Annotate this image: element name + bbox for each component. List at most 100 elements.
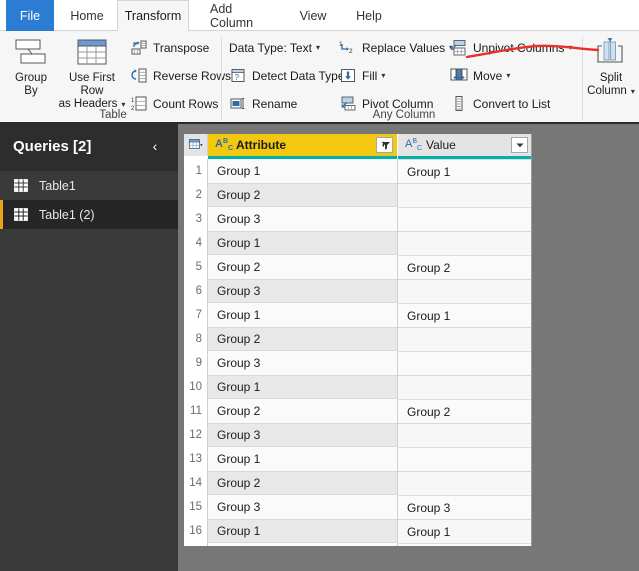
table-row[interactable]: 17Group 2: [184, 543, 531, 546]
cell-attribute[interactable]: Group 2: [208, 471, 397, 495]
table-row[interactable]: 14 Group 2: [184, 471, 531, 495]
table-row[interactable]: 11 Group 2 Group 2: [184, 399, 531, 423]
column-header-value[interactable]: ABC Value: [397, 134, 531, 156]
cell-value[interactable]: [397, 543, 531, 546]
column-header-attribute[interactable]: ABC Attribute: [208, 134, 397, 156]
ribbon-group-divider-2: [582, 37, 583, 121]
table-row[interactable]: 3 Group 3: [184, 207, 531, 231]
tab-home[interactable]: Home: [60, 0, 114, 31]
cell-attribute[interactable]: Group 2: [208, 543, 397, 546]
cell-attribute[interactable]: Group 3: [208, 351, 397, 375]
table-row[interactable]: 7 Group 1 Group 1: [184, 303, 531, 327]
cell-attribute[interactable]: Group 1: [208, 519, 397, 543]
unpivot-columns-button[interactable]: Unpivot Columns ▾: [450, 37, 572, 58]
table-row[interactable]: 9 Group 3: [184, 351, 531, 375]
chevron-down-icon[interactable]: ▾: [506, 71, 510, 80]
cell-attribute[interactable]: Group 1: [208, 159, 397, 183]
cell-attribute[interactable]: Group 2: [208, 255, 397, 279]
table-row[interactable]: 13 Group 1: [184, 447, 531, 471]
tab-file[interactable]: File: [6, 0, 54, 31]
tab-add-column[interactable]: Add Column: [198, 0, 280, 31]
cell-value[interactable]: [397, 423, 531, 447]
chevron-down-icon[interactable]: ▾: [381, 71, 385, 80]
chevron-down-icon[interactable]: ▾: [316, 43, 320, 52]
table-row[interactable]: 10 Group 1: [184, 375, 531, 399]
cell-value[interactable]: [397, 375, 531, 399]
cell-attribute[interactable]: Group 3: [208, 423, 397, 447]
cell-attribute[interactable]: Group 3: [208, 495, 397, 519]
use-first-row-label-line1: Use First Row: [69, 72, 115, 97]
table-row[interactable]: 15 Group 3 Group 3: [184, 495, 531, 519]
tab-transform[interactable]: Transform: [117, 0, 189, 32]
table-row[interactable]: 6 Group 3: [184, 279, 531, 303]
table-row[interactable]: 2 Group 2: [184, 183, 531, 207]
detect-data-type-button[interactable]: ? Detect Data Type: [229, 65, 345, 86]
use-first-row-as-headers-button[interactable]: Use First Row as Headers ▾: [58, 35, 126, 111]
split-column-button[interactable]: Split Column ▾: [586, 35, 636, 98]
column-header-attribute-label: Attribute: [236, 138, 286, 152]
queries-pane-header: Queries [2] ‹: [0, 124, 178, 171]
split-column-label-line2: Column ▾: [587, 85, 635, 97]
cell-attribute[interactable]: Group 3: [208, 207, 397, 231]
move-button[interactable]: Move ▾: [450, 65, 510, 86]
table-row[interactable]: 1 Group 1 Group 1: [184, 159, 531, 183]
cell-value[interactable]: [397, 279, 531, 303]
cell-value[interactable]: Group 1: [397, 303, 531, 327]
cell-value[interactable]: [397, 231, 531, 255]
ribbon-group-divider-1: [221, 37, 222, 121]
column-filter-button-value[interactable]: [511, 137, 528, 153]
replace-values-button[interactable]: 1 2 Replace Values ▾: [339, 37, 453, 58]
chevron-down-icon[interactable]: ▾: [121, 100, 125, 109]
cell-value[interactable]: [397, 183, 531, 207]
cell-attribute[interactable]: Group 1: [208, 375, 397, 399]
cell-value[interactable]: Group 2: [397, 399, 531, 423]
cell-attribute[interactable]: Group 1: [208, 303, 397, 327]
column-filter-button-attribute[interactable]: [376, 137, 393, 153]
transpose-label: Transpose: [153, 40, 210, 55]
table-row[interactable]: 5 Group 2 Group 2: [184, 255, 531, 279]
row-number: 10: [184, 375, 208, 399]
reverse-rows-button[interactable]: Reverse Rows: [130, 65, 231, 86]
row-number: 8: [184, 327, 208, 351]
row-number: 3: [184, 207, 208, 231]
cell-value[interactable]: Group 1: [397, 159, 531, 183]
table-row[interactable]: 4 Group 1: [184, 231, 531, 255]
cell-attribute[interactable]: Group 1: [208, 231, 397, 255]
ribbon-group-label-any-column: Any Column: [372, 109, 436, 121]
group-by-button[interactable]: Group By: [6, 35, 56, 98]
data-type-button[interactable]: Data Type: Text ▾: [229, 37, 320, 58]
detect-data-type-label: Detect Data Type: [252, 68, 345, 83]
select-all-columns-button[interactable]: [184, 134, 208, 156]
cell-attribute[interactable]: Group 1: [208, 447, 397, 471]
cell-attribute[interactable]: Group 2: [208, 399, 397, 423]
column-header-value-label: Value: [426, 138, 456, 152]
transpose-button[interactable]: Transpose: [130, 37, 209, 58]
cell-value[interactable]: [397, 327, 531, 351]
cell-value[interactable]: [397, 471, 531, 495]
cell-value[interactable]: Group 3: [397, 495, 531, 519]
cell-value[interactable]: [397, 447, 531, 471]
cell-value[interactable]: [397, 207, 531, 231]
chevron-down-icon[interactable]: ▾: [568, 43, 572, 52]
tab-help[interactable]: Help: [348, 0, 390, 31]
cell-value[interactable]: Group 1: [397, 519, 531, 543]
collapse-pane-icon[interactable]: ‹: [146, 137, 164, 155]
cell-attribute[interactable]: Group 2: [208, 327, 397, 351]
svg-text:2: 2: [349, 48, 353, 55]
query-item-table1[interactable]: Table1: [0, 171, 178, 200]
cell-value[interactable]: Group 2: [397, 255, 531, 279]
table-row[interactable]: 8 Group 2: [184, 327, 531, 351]
fill-button[interactable]: Fill ▾: [339, 65, 385, 86]
tab-view[interactable]: View: [291, 0, 335, 31]
table-row[interactable]: 16 Group 1 Group 1: [184, 519, 531, 543]
cell-attribute[interactable]: Group 3: [208, 279, 397, 303]
chevron-down-icon[interactable]: ▾: [631, 87, 635, 96]
cell-value[interactable]: [397, 351, 531, 375]
table-row[interactable]: 12 Group 3: [184, 423, 531, 447]
detect-data-type-icon: ?: [229, 67, 247, 84]
cell-attribute[interactable]: Group 2: [208, 183, 397, 207]
ribbon-tab-strip: File Home Transform Add Column View Help: [0, 0, 639, 32]
query-item-table1-2[interactable]: Table1 (2): [0, 200, 178, 229]
row-number: 2: [184, 183, 208, 207]
move-label: Move: [473, 68, 503, 83]
